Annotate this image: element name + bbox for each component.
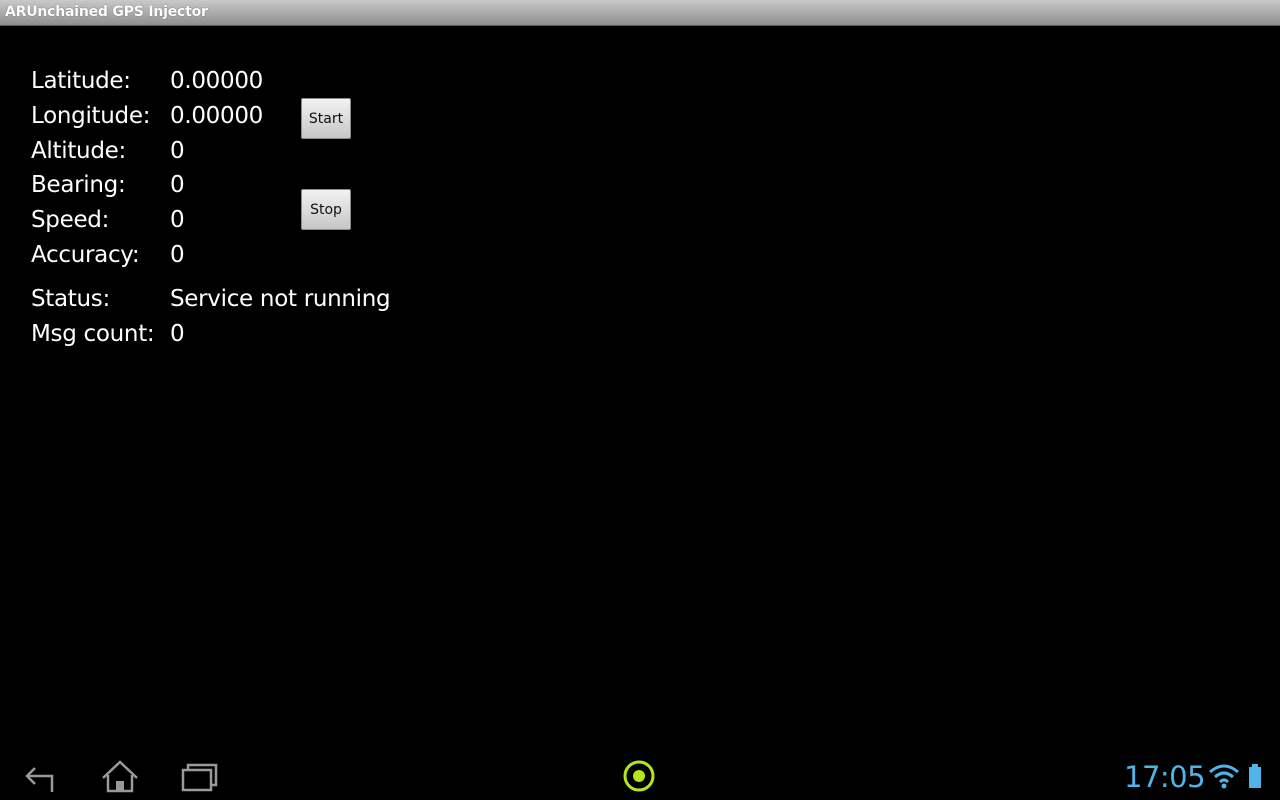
system-bar: 17:05 bbox=[0, 752, 1280, 800]
latitude-label: Latitude: bbox=[31, 68, 131, 94]
accuracy-label: Accuracy: bbox=[31, 242, 140, 268]
speed-label: Speed: bbox=[31, 207, 110, 233]
altitude-value: 0 bbox=[170, 138, 185, 164]
recent-apps-icon[interactable] bbox=[180, 756, 220, 800]
status-value: Service not running bbox=[170, 286, 391, 312]
start-button[interactable]: Start bbox=[301, 98, 351, 139]
stop-button[interactable]: Stop bbox=[301, 189, 351, 230]
msg-count-value: 0 bbox=[170, 321, 185, 347]
home-icon[interactable] bbox=[100, 756, 140, 800]
speed-value: 0 bbox=[170, 207, 185, 233]
title-bar: ARUnchained GPS Injector bbox=[0, 0, 1280, 26]
bearing-value: 0 bbox=[170, 172, 185, 198]
bearing-label: Bearing: bbox=[31, 172, 126, 198]
longitude-label: Longitude: bbox=[31, 103, 151, 129]
status-label: Status: bbox=[31, 286, 110, 312]
battery-icon bbox=[1248, 764, 1262, 792]
longitude-value: 0.00000 bbox=[170, 103, 264, 129]
accuracy-value: 0 bbox=[170, 242, 185, 268]
app-title: ARUnchained GPS Injector bbox=[5, 4, 208, 20]
screen: ARUnchained GPS Injector Latitude: 0.000… bbox=[0, 0, 1280, 800]
wifi-icon bbox=[1208, 762, 1240, 794]
clock[interactable]: 17:05 bbox=[1124, 762, 1206, 792]
back-icon[interactable] bbox=[22, 756, 58, 800]
altitude-label: Altitude: bbox=[31, 138, 126, 164]
msg-count-label: Msg count: bbox=[31, 321, 155, 347]
gps-active-icon[interactable] bbox=[620, 756, 660, 800]
latitude-value: 0.00000 bbox=[170, 68, 264, 94]
